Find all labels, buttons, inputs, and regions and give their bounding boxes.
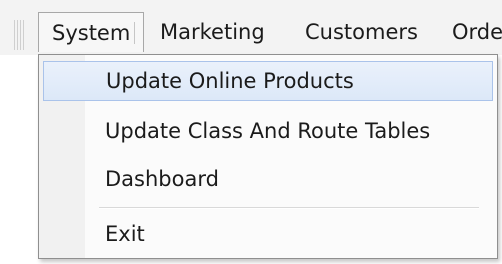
menu-marketing[interactable]: Marketing xyxy=(160,12,265,52)
menu-separator xyxy=(134,22,135,44)
system-dropdown-menu: Update Online Products Update Class And … xyxy=(38,54,498,259)
menu-item-exit[interactable]: Exit xyxy=(43,214,493,254)
menu-item-update-class-and-route-tables[interactable]: Update Class And Route Tables xyxy=(43,111,493,151)
menu-item-dashboard[interactable]: Dashboard xyxy=(43,159,493,199)
menu-item-update-online-products[interactable]: Update Online Products xyxy=(43,61,493,101)
menu-divider xyxy=(99,207,479,209)
menu-bar: System Marketing Customers Orde xyxy=(0,0,502,55)
menu-customers[interactable]: Customers xyxy=(305,12,418,52)
menu-orders[interactable]: Orde xyxy=(452,12,502,52)
menu-system[interactable]: System xyxy=(38,12,144,52)
toolbar-grip-icon[interactable] xyxy=(14,20,24,50)
